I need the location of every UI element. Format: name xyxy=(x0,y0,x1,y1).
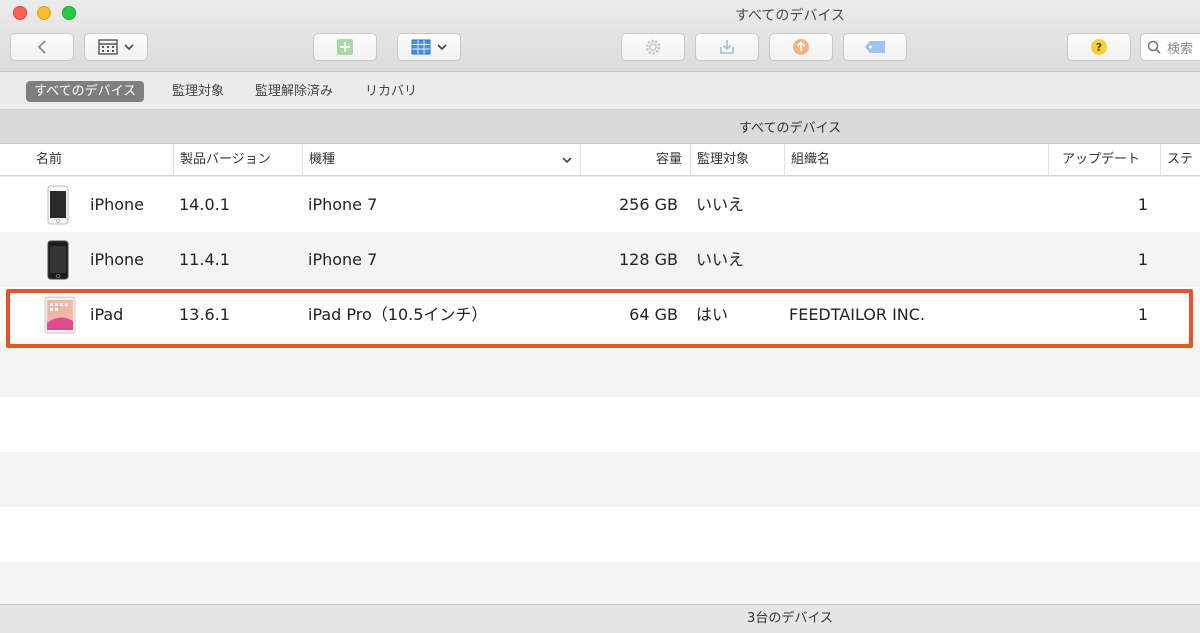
filter-unsupervised[interactable]: 監理解除済み xyxy=(247,81,341,102)
back-button[interactable] xyxy=(10,33,74,61)
download-tray-icon xyxy=(720,40,734,54)
search-icon xyxy=(1147,40,1161,54)
column-supervised[interactable]: 監理対象 xyxy=(690,144,784,176)
filter-all-devices[interactable]: すべてのデバイス xyxy=(26,81,145,102)
device-capacity: 128 GB xyxy=(619,250,678,269)
plus-icon xyxy=(337,39,353,55)
layout-view-button[interactable] xyxy=(397,33,461,61)
window-toolbar: すべてのデバイス ? 検索 xyxy=(0,0,1200,72)
device-updates: 1 xyxy=(1137,305,1148,324)
column-organization[interactable]: 組織名 xyxy=(784,144,1048,176)
gear-icon xyxy=(645,39,661,55)
empty-row xyxy=(0,452,1200,507)
iphone-white-icon xyxy=(47,185,69,225)
device-supervised: いいえ xyxy=(696,250,745,269)
chevron-down-icon xyxy=(437,44,447,51)
empty-row xyxy=(0,562,1200,604)
device-name: iPhone xyxy=(90,250,145,269)
tag-button[interactable] xyxy=(843,33,907,61)
device-version: 13.6.1 xyxy=(179,305,230,324)
export-button[interactable] xyxy=(769,33,833,61)
column-model-label: 機種 xyxy=(309,152,336,167)
section-header: すべてのデバイス xyxy=(0,110,1200,144)
device-capacity: 64 GB xyxy=(629,305,678,324)
ipad-icon xyxy=(44,296,76,334)
device-name: iPad xyxy=(90,305,124,324)
tag-icon xyxy=(865,41,885,53)
column-updates[interactable]: アップデート xyxy=(1048,144,1160,176)
empty-row xyxy=(0,507,1200,562)
help-button[interactable]: ? xyxy=(1067,33,1131,61)
download-button[interactable] xyxy=(695,33,759,61)
device-supervised: はい xyxy=(696,305,729,324)
window-title: すべてのデバイス xyxy=(734,8,846,24)
svg-text:?: ? xyxy=(1096,41,1102,54)
calendar-grid-icon xyxy=(98,39,118,55)
table-row[interactable]: iPhone 14.0.1 iPhone 7 256 GB いいえ 1 xyxy=(0,177,1200,232)
table-grid-icon xyxy=(411,39,431,55)
device-model: iPhone 7 xyxy=(308,250,378,269)
filter-supervised[interactable]: 監理対象 xyxy=(164,81,232,102)
device-table: iPhone 14.0.1 iPhone 7 256 GB いいえ 1 iPho… xyxy=(0,177,1200,604)
table-row[interactable]: iPad 13.6.1 iPad Pro（10.5インチ） 64 GB はい F… xyxy=(0,287,1200,342)
sort-chevron-icon xyxy=(562,157,572,164)
status-footer: 3台のデバイス xyxy=(0,604,1200,633)
device-model: iPad Pro（10.5インチ） xyxy=(308,305,488,324)
device-model: iPhone 7 xyxy=(308,195,378,214)
column-model[interactable]: 機種 xyxy=(302,144,580,176)
empty-row xyxy=(0,397,1200,452)
table-header: 名前 製品バージョン 機種 容量 監理対象 組織名 アップデート ステ xyxy=(0,144,1200,176)
filter-bar: すべてのデバイス 監理対象 監理解除済み リカバリ xyxy=(0,72,1200,110)
column-capacity[interactable]: 容量 xyxy=(580,144,690,176)
settings-button[interactable] xyxy=(621,33,685,61)
iphone-black-icon xyxy=(47,240,69,280)
device-version: 11.4.1 xyxy=(179,250,230,269)
chevron-left-icon xyxy=(37,40,46,54)
chevron-down-icon xyxy=(124,44,134,51)
device-supervised: いいえ xyxy=(696,195,745,214)
filter-recovery[interactable]: リカバリ xyxy=(357,81,425,102)
table-row[interactable]: iPhone 11.4.1 iPhone 7 128 GB いいえ 1 xyxy=(0,232,1200,287)
help-icon: ? xyxy=(1091,39,1107,55)
search-field[interactable]: 検索 xyxy=(1140,33,1200,61)
device-updates: 1 xyxy=(1137,195,1148,214)
empty-row xyxy=(0,342,1200,397)
column-version[interactable]: 製品バージョン xyxy=(173,144,302,176)
device-version: 14.0.1 xyxy=(179,195,230,214)
device-organization: FEEDTAILOR INC. xyxy=(789,305,926,324)
add-button[interactable] xyxy=(313,33,377,61)
view-options-button[interactable] xyxy=(84,33,148,61)
device-count: 3台のデバイス xyxy=(747,611,833,626)
upload-arrow-icon xyxy=(793,39,809,55)
device-updates: 1 xyxy=(1137,250,1148,269)
column-name[interactable]: 名前 xyxy=(30,144,173,176)
device-name: iPhone xyxy=(90,195,145,214)
search-placeholder: 検索 xyxy=(1167,41,1194,57)
device-capacity: 256 GB xyxy=(619,195,678,214)
section-title: すべてのデバイス xyxy=(738,121,842,136)
column-status[interactable]: ステ xyxy=(1160,144,1200,176)
